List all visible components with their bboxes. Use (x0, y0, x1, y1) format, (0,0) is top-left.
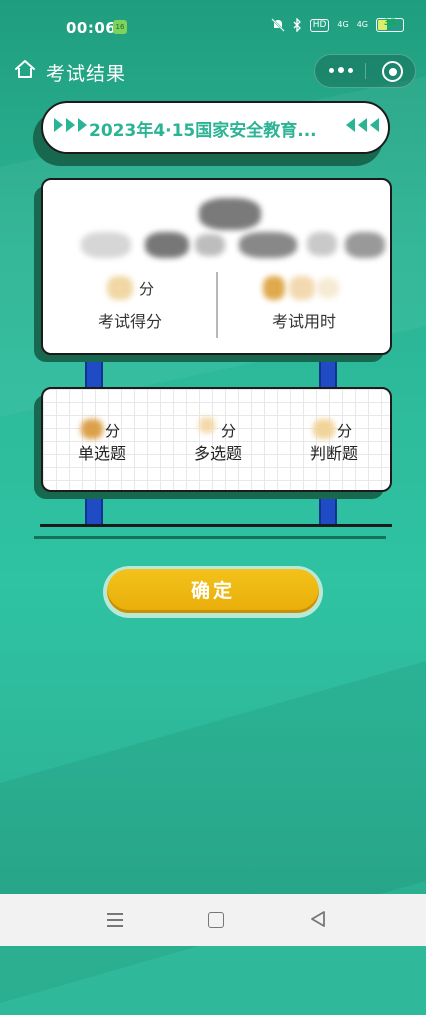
redacted-user-info (61, 192, 385, 268)
home-square-icon[interactable] (208, 912, 224, 928)
time-value (229, 272, 379, 306)
battery-level: 35 (383, 18, 397, 28)
mini-program-capsule (314, 54, 416, 88)
battery-icon: 35 (376, 18, 404, 32)
qtype-label: 判断题 (309, 444, 358, 463)
status-icons: HD 4G 4G 35 (270, 18, 404, 32)
score-unit: 分 (139, 280, 155, 298)
arrows-right-icon (54, 118, 90, 132)
qtype-unit: 分 (105, 422, 121, 440)
confirm-button[interactable]: 确定 (107, 569, 319, 613)
more-dots-icon[interactable] (329, 62, 355, 78)
menu-icon[interactable] (107, 913, 123, 927)
ground-shadow (34, 536, 386, 539)
score-card: 分 考试得分 考试用时 (41, 178, 392, 355)
qtype-score: 分 (279, 417, 389, 440)
signal-icon: 4G (356, 20, 368, 29)
capsule-divider (365, 63, 366, 79)
single-choice-score: 分 单选题 (47, 417, 157, 464)
signal-icon: 4G (337, 20, 349, 29)
qtype-label: 多选题 (193, 444, 242, 463)
qtype-score: 分 (163, 417, 273, 440)
exam-score: 分 考试得分 (55, 272, 205, 332)
bluetooth-icon (293, 18, 301, 32)
wechat-notification-icon: 16 (113, 20, 127, 34)
status-bar: 00:06 16 HD 4G 4G 35 (0, 0, 426, 56)
multiple-choice-score: 分 多选题 (163, 417, 273, 464)
question-type-card: 分 单选题 分 多选题 分 判断题 (41, 387, 392, 492)
true-false-score: 分 判断题 (279, 417, 389, 464)
close-circle-icon[interactable] (382, 61, 403, 82)
stat-divider (216, 272, 218, 338)
arrows-left-icon (343, 118, 379, 132)
time-label: 考试用时 (271, 312, 336, 331)
qtype-unit: 分 (221, 422, 237, 440)
back-triangle-icon[interactable] (310, 910, 326, 928)
score-value: 分 (55, 272, 205, 306)
clock: 00:06 (66, 19, 117, 37)
hd-icon: HD (309, 18, 330, 32)
page-title: 考试结果 (46, 63, 127, 85)
exam-time: 考试用时 (229, 272, 379, 332)
score-label: 考试得分 (97, 312, 162, 331)
ground-line (40, 524, 392, 527)
mute-bell-icon (270, 18, 285, 32)
qtype-score: 分 (47, 417, 157, 440)
exam-title: 2023年4·15国家安全教育... (89, 121, 317, 141)
home-icon[interactable] (14, 58, 36, 80)
qtype-unit: 分 (337, 422, 353, 440)
exam-title-banner: 2023年4·15国家安全教育... (41, 101, 390, 154)
qtype-label: 单选题 (77, 444, 126, 463)
system-nav-bar (0, 894, 426, 946)
nav-bar: 考试结果 (0, 52, 426, 92)
